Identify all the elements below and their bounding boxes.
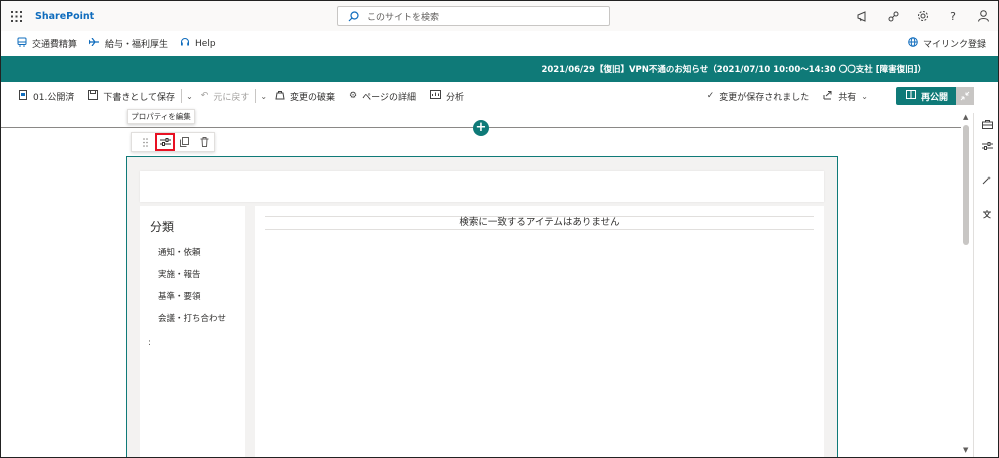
save-options-chevron-icon[interactable]: ⌄: [186, 92, 193, 101]
undo-label: 元に戻す: [213, 92, 250, 103]
hub-link-help[interactable]: Help: [180, 37, 216, 50]
app-launcher-icon[interactable]: [1, 1, 31, 31]
sliders-icon[interactable]: [980, 139, 994, 153]
design-ideas-icon[interactable]: [980, 173, 994, 187]
scroll-up-arrow-icon[interactable]: ▲: [963, 113, 968, 121]
hub-link-label: Help: [195, 38, 216, 49]
hub-navigation: 交通費精算 給与・福利厚生 Help マイリンク登録: [1, 31, 998, 56]
page-details-label: ページの詳細: [362, 92, 416, 103]
page-status-button[interactable]: 01.公開済: [19, 89, 75, 103]
duplicate-icon[interactable]: [175, 133, 194, 151]
republish-label: 再公開: [920, 92, 948, 103]
analytics-label: 分析: [445, 92, 464, 103]
share-button[interactable]: 共有 ⌄: [823, 90, 868, 103]
edit-properties-button[interactable]: [155, 133, 176, 151]
command-bar: 01.公開済 下書きとして保存 ⌄ ↶ 元に戻す ⌄ 変更の破棄 ⚙ ページの詳…: [1, 84, 998, 108]
suite-bar-actions: ?: [848, 1, 998, 31]
category-colon: :: [148, 338, 152, 348]
globe-icon: [908, 37, 918, 50]
airplane-icon: [88, 37, 100, 49]
edit-properties-tooltip: プロパティを編集: [127, 109, 195, 124]
hub-link-salary-benefits[interactable]: 給与・福利厚生: [88, 37, 169, 50]
category-item[interactable]: 通知・依頼: [158, 246, 201, 258]
save-status-label: 変更が保存されました: [719, 92, 810, 103]
scroll-down-arrow-icon[interactable]: ▼: [963, 446, 968, 454]
save-draft-button[interactable]: 下書きとして保存: [88, 89, 176, 103]
search-input[interactable]: このサイトを検索: [337, 6, 610, 26]
save-icon: [88, 89, 99, 103]
top-webpart-zone[interactable]: [140, 171, 824, 202]
analytics-icon: [429, 90, 441, 102]
app-name[interactable]: SharePoint: [35, 11, 94, 22]
right-toolbox-rail: [973, 113, 998, 457]
hub-link-label: 交通費精算: [32, 40, 78, 50]
undo-button[interactable]: ↶ 元に戻す: [201, 90, 250, 103]
page-icon: [19, 89, 28, 103]
account-avatar-icon[interactable]: [968, 1, 998, 31]
command-separator: [181, 89, 183, 103]
settings-gear-icon[interactable]: [908, 1, 938, 31]
undo-options-chevron-icon[interactable]: ⌄: [260, 92, 267, 101]
megaphone-icon[interactable]: [848, 1, 878, 31]
share-icon: [823, 90, 833, 103]
toolbox-icon[interactable]: [980, 117, 994, 131]
republish-button[interactable]: 再公開: [895, 87, 958, 105]
share-network-icon[interactable]: [878, 1, 908, 31]
translation-icon[interactable]: [980, 207, 994, 221]
share-label: 共有: [838, 92, 857, 103]
checkmark-icon: ✓: [706, 91, 715, 101]
drag-handle-icon[interactable]: [136, 133, 155, 151]
page-name: 01.公開済: [33, 92, 75, 103]
command-separator: [255, 89, 257, 103]
search-placeholder: このサイトを検索: [367, 12, 440, 23]
add-section-button[interactable]: +: [473, 120, 489, 136]
save-draft-label: 下書きとして保存: [103, 92, 176, 103]
results-column: 検索に一致するアイテムはありません: [255, 206, 824, 457]
sliders-icon: [159, 138, 171, 146]
discard-icon: [275, 90, 285, 103]
book-icon: [905, 90, 916, 102]
category-item[interactable]: 基準・要領: [158, 290, 201, 302]
category-title: 分類: [150, 220, 175, 234]
page-section[interactable]: 分類 通知・依頼 実施・報告 基準・要領 会議・打ち合わせ : 検索に一致するア…: [126, 156, 838, 457]
bus-icon: [17, 37, 27, 50]
no-items-message: 検索に一致するアイテムはありません: [265, 216, 814, 230]
share-chevron-icon: ⌄: [861, 91, 868, 101]
banner-text: 2021/06/29【復旧】VPN不通のお知らせ（2021/07/10 10:0…: [541, 65, 926, 75]
sharepoint-window: SharePoint このサイトを検索 ? 交通費精算 給与・福利厚生 Help…: [0, 0, 999, 458]
collapse-icon[interactable]: [956, 87, 974, 105]
analytics-button[interactable]: 分析: [429, 90, 464, 103]
search-icon: [348, 10, 359, 21]
headset-icon: [180, 37, 190, 50]
help-icon[interactable]: ?: [938, 1, 968, 31]
vertical-scrollbar[interactable]: ▲ ▼: [961, 113, 971, 457]
category-column: 分類 通知・依頼 実施・報告 基準・要領 会議・打ち合わせ :: [140, 206, 245, 457]
delete-icon[interactable]: [195, 133, 214, 151]
save-status: ✓ 変更が保存されました: [707, 90, 810, 103]
hub-link-label: 給与・福利厚生: [105, 40, 169, 50]
my-links-link[interactable]: マイリンク登録: [908, 37, 986, 50]
webpart-toolbar: [131, 132, 215, 152]
category-item[interactable]: 会議・打ち合わせ: [158, 312, 226, 324]
tooltip-text: プロパティを編集: [131, 112, 191, 121]
announcement-banner[interactable]: 2021/06/29【復旧】VPN不通のお知らせ（2021/07/10 10:0…: [1, 56, 998, 82]
gear-icon: ⚙: [349, 91, 358, 101]
category-item[interactable]: 実施・報告: [158, 268, 201, 280]
page-details-button[interactable]: ⚙ ページの詳細: [349, 90, 416, 103]
discard-label: 変更の破棄: [290, 92, 336, 103]
command-bar-right: ✓ 変更が保存されました 共有 ⌄ 再公開: [707, 84, 958, 108]
hub-link-transport-expenses[interactable]: 交通費精算: [17, 37, 77, 50]
my-links-label: マイリンク登録: [922, 40, 986, 50]
suite-bar: SharePoint このサイトを検索 ?: [1, 1, 998, 31]
undo-icon: ↶: [200, 91, 209, 101]
discard-changes-button[interactable]: 変更の破棄: [275, 90, 335, 103]
scroll-thumb[interactable]: [963, 125, 969, 245]
